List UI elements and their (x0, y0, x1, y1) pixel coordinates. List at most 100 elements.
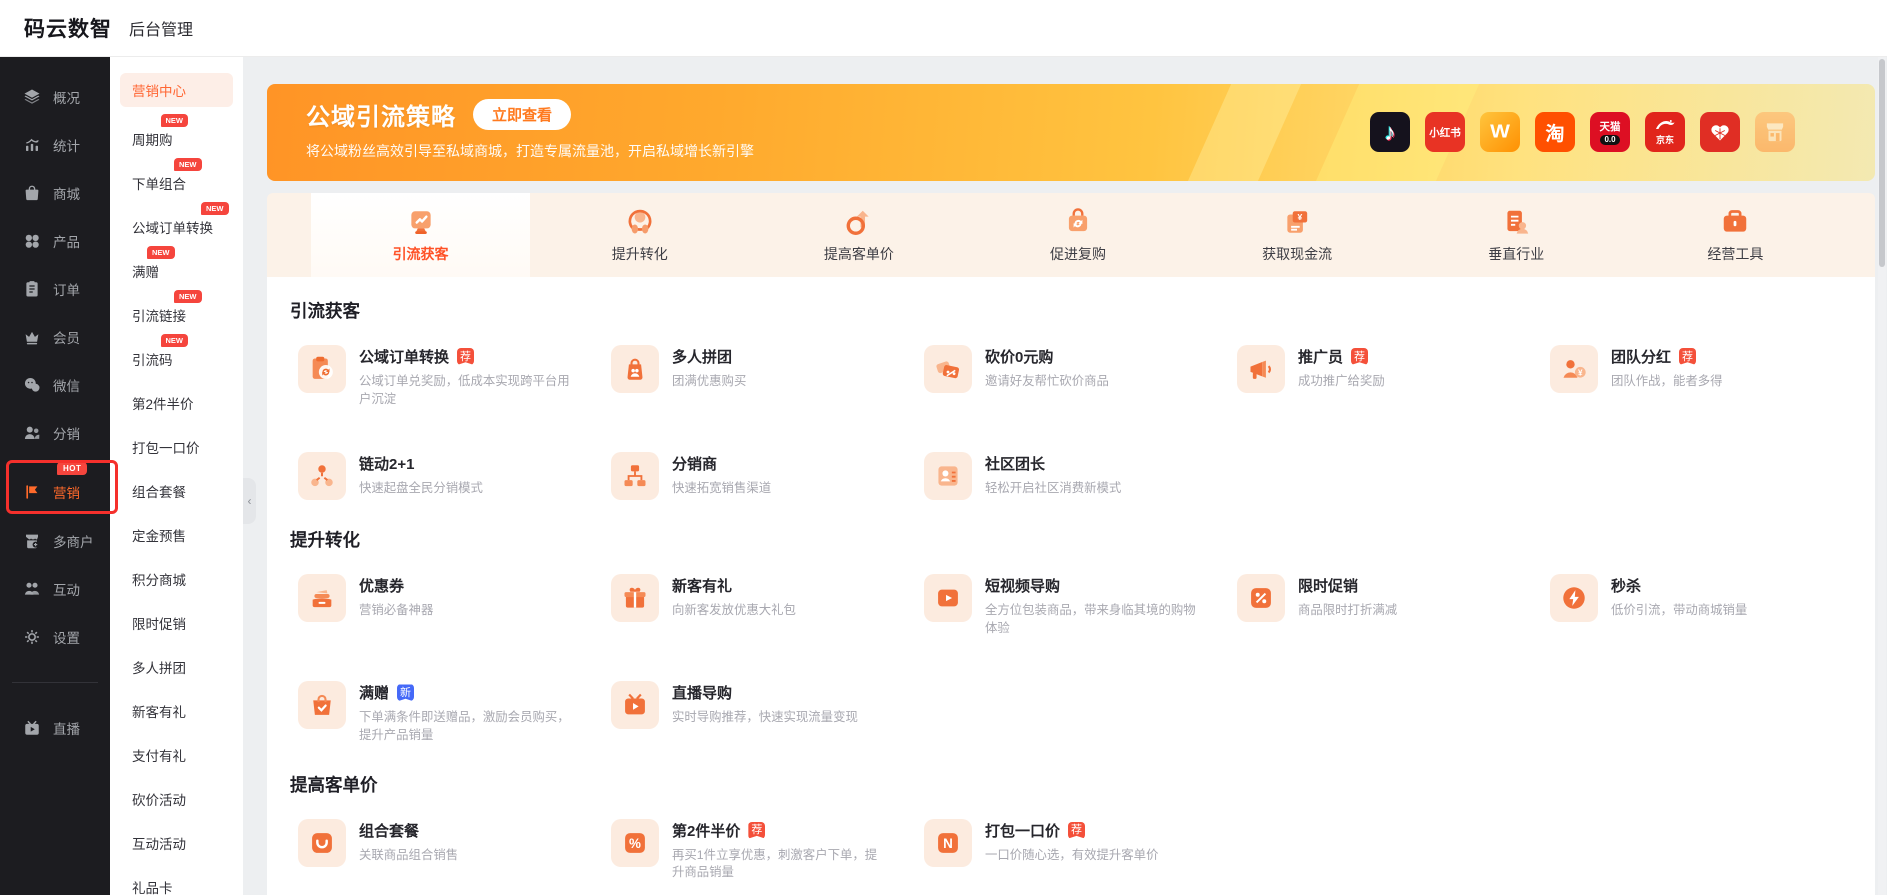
tab-order-value[interactable]: 提高客单价 (749, 193, 968, 277)
card-description: 一口价随心选，有效提升客单价 (985, 847, 1199, 865)
card-description: 成功推广给奖励 (1298, 373, 1512, 391)
sidebar-item-product[interactable]: 产品 (0, 217, 110, 265)
chevron-left-icon: ‹ (248, 494, 252, 508)
card-short-video[interactable]: 短视频导购全方位包装商品，带来身临其境的购物体验 (924, 574, 1237, 637)
card-seckill[interactable]: 秒杀低价引流，带动商城销量 (1550, 574, 1863, 637)
combo-bowl-icon (298, 819, 346, 867)
tab-conversion[interactable]: 提升转化 (530, 193, 749, 277)
submenu-item-pay-gift[interactable]: 支付有礼 (110, 733, 243, 777)
sidebar-item-distribution[interactable]: 分销 (0, 409, 110, 457)
member-crown-icon (23, 328, 41, 346)
card-bargain-zero[interactable]: 砍价0元购邀请好友帮忙砍价商品 (924, 345, 1237, 408)
card-title: 团队分红 (1611, 346, 1671, 367)
section-2: 提升转化优惠券营销必备神器新客有礼向新客发放优惠大礼包短视频导购全方位包装商品，… (267, 527, 1875, 744)
submenu-item-label: 限时促销 (132, 613, 186, 633)
new-badge: NEW (201, 202, 229, 215)
card-team-bonus[interactable]: ¥团队分红荐团队作战，能者多得 (1550, 345, 1863, 408)
team-bonus-icon: ¥ (1550, 345, 1598, 393)
card-title: 第2件半价 (672, 820, 740, 841)
card-grid: 优惠券营销必备神器新客有礼向新客发放优惠大礼包短视频导购全方位包装商品，带来身临… (298, 574, 1875, 744)
submenu-item-full-gift[interactable]: 满赠NEW (110, 249, 243, 293)
card-coupon[interactable]: 优惠券营销必备神器 (298, 574, 611, 637)
card-time-promo[interactable]: 限时促销商品限时打折满减 (1237, 574, 1550, 637)
submenu-item-public-order-convert[interactable]: 公域订单转换NEW (110, 205, 243, 249)
card-title: 公域订单转换 (359, 346, 449, 367)
submenu-item-group-buy[interactable]: 多人拼团 (110, 645, 243, 689)
sidebar-collapse-handle[interactable]: ‹ (243, 478, 256, 524)
submenu-item-label: 周期购NEW (132, 129, 173, 149)
tab-traffic[interactable]: 引流获客 (311, 193, 530, 277)
scrollbar-thumb[interactable] (1879, 59, 1885, 267)
submenu-item-gift-card[interactable]: 礼品卡 (110, 865, 243, 895)
tab-industry[interactable]: 垂直行业 (1407, 193, 1626, 277)
card-public-order-convert[interactable]: 公域订单转换荐公域订单兑奖励，低成本实现跨平台用户沉淀 (298, 345, 611, 408)
submenu-item-deposit-presale[interactable]: 定金预售 (110, 513, 243, 557)
new-badge: NEW (147, 246, 175, 259)
view-now-button[interactable]: 立即查看 (473, 99, 571, 130)
svg-text:N: N (943, 836, 953, 851)
card-promoter[interactable]: 推广员荐成功推广给奖励 (1237, 345, 1550, 408)
section-1: 引流获客公域订单转换荐公域订单兑奖励，低成本实现跨平台用户沉淀多人拼团团满优惠购… (267, 298, 1875, 500)
card-live-guide[interactable]: 直播导购实时导购推荐，快速实现流量变现 (611, 681, 924, 744)
sidebar-item-overview[interactable]: 概况 (0, 73, 110, 121)
submenu-item-order-combo[interactable]: 下单组合NEW (110, 161, 243, 205)
tab-repurchase[interactable]: 促进复购 (968, 193, 1187, 277)
new-badge: NEW (161, 334, 189, 347)
sidebar-item-label: 分销 (53, 423, 80, 443)
app-subtitle: 后台管理 (129, 16, 193, 40)
card-community-leader[interactable]: 社区团长轻松开启社区消费新模式 (924, 452, 1237, 500)
live-tv-icon (23, 719, 41, 737)
douyin-icon: ♪ (1370, 112, 1410, 152)
sidebar-item-settings[interactable]: 设置 (0, 613, 110, 661)
tab-cashflow[interactable]: ¥获取现金流 (1188, 193, 1407, 277)
submenu-item-second-half-price[interactable]: 第2件半价 (110, 381, 243, 425)
sidebar-item-label: 直播 (53, 718, 80, 738)
sidebar-item-order[interactable]: 订单 (0, 265, 110, 313)
sidebar-item-mall[interactable]: 商城 (0, 169, 110, 217)
submenu-item-traffic-link[interactable]: 引流链接NEW (110, 293, 243, 337)
card-description: 团队作战，能者多得 (1611, 373, 1825, 391)
card-title: 优惠券 (359, 575, 404, 596)
tab-label: 促进复购 (1050, 244, 1106, 264)
card-title: 秒杀 (1611, 575, 1641, 596)
tab-industry-icon (1501, 207, 1531, 237)
submenu-item-label: 引流链接NEW (132, 305, 186, 325)
card-full-gift[interactable]: 满赠新下单满条件即送赠品，激励会员购买，提升产品销量 (298, 681, 611, 744)
submenu-item-traffic-code[interactable]: 引流码NEW (110, 337, 243, 381)
sidebar-item-live[interactable]: 直播 (0, 704, 110, 752)
submenu-item-cycle-buy[interactable]: 周期购NEW (110, 117, 243, 161)
submenu-item-new-customer-gift[interactable]: 新客有礼 (110, 689, 243, 733)
section-heading: 提高客单价 (290, 772, 1875, 797)
submenu-item-points-mall[interactable]: 积分商城 (110, 557, 243, 601)
sidebar-item-member[interactable]: 会员 (0, 313, 110, 361)
tab-tools[interactable]: 经营工具 (1626, 193, 1845, 277)
gift-box-icon (611, 574, 659, 622)
submenu-item-marketing-center[interactable]: 营销中心 (120, 73, 233, 107)
hot-badge: HOT (57, 462, 87, 475)
submenu-item-label: 下单组合NEW (132, 173, 186, 193)
submenu-item-interact-activity[interactable]: 互动活动 (110, 821, 243, 865)
card-chain-2plus1[interactable]: 链动2+1快速起盘全民分销模式 (298, 452, 611, 500)
app-body: 概况统计商城产品订单会员微信分销营销HOT多商户互动设置直播 营销中心周期购NE… (0, 57, 1887, 895)
sidebar-item-multi-store[interactable]: 多商户 (0, 517, 110, 565)
submenu-item-combo-package[interactable]: 组合套餐 (110, 469, 243, 513)
card-combo-package[interactable]: 组合套餐关联商品组合销售 (298, 819, 611, 882)
sidebar-item-interact[interactable]: 互动 (0, 565, 110, 613)
sidebar-item-wechat[interactable]: 微信 (0, 361, 110, 409)
order-clipboard-icon (23, 280, 41, 298)
sidebar-item-marketing[interactable]: 营销HOT (0, 459, 110, 515)
sidebar-item-stats[interactable]: 统计 (0, 121, 110, 169)
submenu-item-bargain[interactable]: 砍价活动 (110, 777, 243, 821)
jd-icon: 京东 (1645, 112, 1685, 152)
card-second-half-price[interactable]: %第2件半价荐再买1件立享优惠，刺激客户下单，提升商品销量 (611, 819, 924, 882)
card-new-customer-gift[interactable]: 新客有礼向新客发放优惠大礼包 (611, 574, 924, 637)
card-title: 直播导购 (672, 682, 732, 703)
taobao-icon: 淘 (1535, 112, 1575, 152)
card-package-price[interactable]: N打包一口价荐一口价随心选，有效提升客单价 (924, 819, 1237, 882)
sidebar-item-label: 商城 (53, 183, 80, 203)
card-description: 再买1件立享优惠，刺激客户下单，提升商品销量 (672, 847, 886, 882)
submenu-item-package-price[interactable]: 打包一口价 (110, 425, 243, 469)
card-distributor[interactable]: 分销商快速拓宽销售渠道 (611, 452, 924, 500)
submenu-item-time-promo[interactable]: 限时促销 (110, 601, 243, 645)
card-group-buy[interactable]: 多人拼团团满优惠购买 (611, 345, 924, 408)
